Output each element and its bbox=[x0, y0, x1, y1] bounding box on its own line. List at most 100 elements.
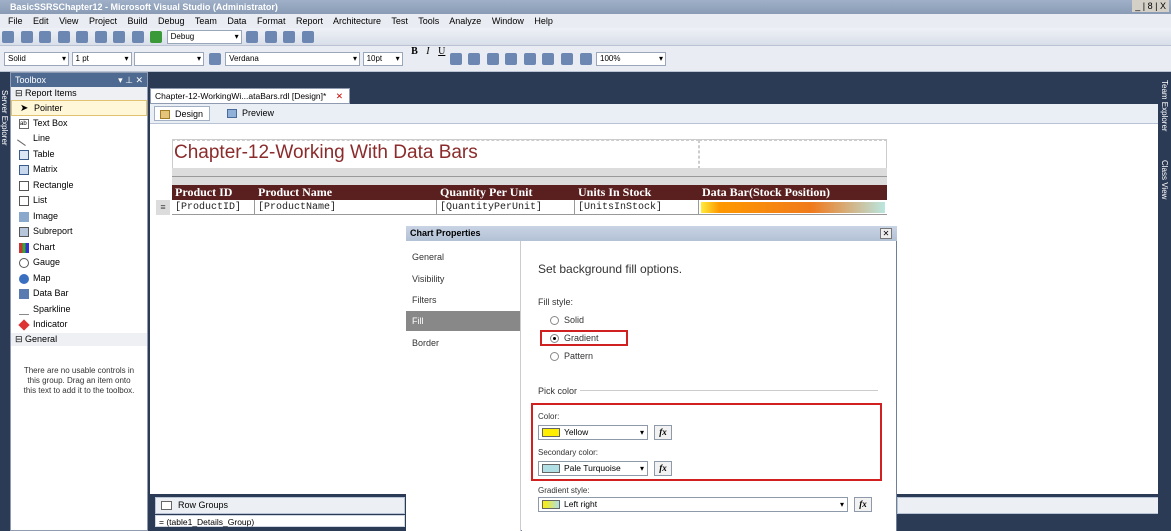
color-expression-button[interactable]: fx bbox=[654, 425, 672, 440]
toolbox-item-databar[interactable]: Data Bar bbox=[11, 286, 147, 302]
copy-icon[interactable] bbox=[76, 31, 89, 43]
toolbox-empty-message[interactable]: There are no usable controls in this gro… bbox=[11, 346, 147, 396]
toolbox-item-indicator[interactable]: Indicator bbox=[11, 317, 147, 333]
toolbox-item-pointer[interactable]: ➤ Pointer bbox=[11, 100, 147, 116]
align-center-icon[interactable] bbox=[486, 53, 499, 65]
start-debug-icon[interactable] bbox=[150, 31, 163, 43]
align-right-icon[interactable] bbox=[505, 53, 518, 65]
header-quantity-per-unit[interactable]: Quantity Per Unit bbox=[437, 185, 575, 200]
indent-icon[interactable] bbox=[560, 53, 573, 65]
toolbox-item-table[interactable]: Table bbox=[11, 147, 147, 163]
underline-icon[interactable]: U bbox=[438, 46, 445, 57]
tab-design[interactable]: Design bbox=[154, 106, 211, 121]
save-icon[interactable] bbox=[20, 31, 33, 43]
italic-icon[interactable]: I bbox=[426, 46, 429, 57]
save-all-icon[interactable] bbox=[39, 31, 52, 43]
table-header-row[interactable]: Product ID Product Name Quantity Per Uni… bbox=[172, 185, 887, 200]
line-width-select[interactable]: 1 pt bbox=[71, 52, 132, 66]
header-units-in-stock[interactable]: Units In Stock bbox=[575, 185, 699, 200]
cell-product-name[interactable]: [ProductName] bbox=[255, 200, 437, 215]
gradient-expression-button[interactable]: fx bbox=[854, 497, 872, 512]
toolbox-item-chart[interactable]: Chart bbox=[11, 240, 147, 256]
paste-icon[interactable] bbox=[94, 31, 107, 43]
menu-data[interactable]: Data bbox=[227, 16, 246, 26]
secondary-expression-button[interactable]: fx bbox=[654, 461, 672, 476]
toolbox-item-gauge[interactable]: Gauge bbox=[11, 255, 147, 271]
menu-test[interactable]: Test bbox=[391, 16, 408, 26]
zoom-select[interactable]: 100% bbox=[596, 52, 667, 66]
numbering-icon[interactable] bbox=[542, 53, 555, 65]
toolbox-item-map[interactable]: Map bbox=[11, 271, 147, 287]
toolbox-item-textbox[interactable]: ab Text Box bbox=[11, 116, 147, 132]
line-color-select[interactable] bbox=[134, 52, 205, 66]
dialog-close-button[interactable]: ✕ bbox=[880, 228, 892, 239]
undo-icon[interactable] bbox=[113, 31, 126, 43]
line-style-select[interactable]: Solid bbox=[4, 52, 69, 66]
menu-report[interactable]: Report bbox=[296, 16, 323, 26]
team-explorer-tab[interactable]: Team Explorer bbox=[1160, 80, 1169, 132]
server-explorer-tab[interactable]: Server Explorer bbox=[0, 90, 9, 146]
menu-project[interactable]: Project bbox=[89, 16, 117, 26]
menu-analyze[interactable]: Analyze bbox=[449, 16, 481, 26]
cell-product-id[interactable]: [ProductID] bbox=[172, 200, 255, 215]
menu-file[interactable]: File bbox=[8, 16, 23, 26]
row-group-item[interactable]: = (table1_Details_Group) bbox=[155, 515, 405, 527]
toolbox-pin-icon[interactable]: ▾ ⊥ ✕ bbox=[118, 73, 143, 87]
nav-fill[interactable]: Fill bbox=[406, 311, 520, 331]
properties-icon[interactable] bbox=[283, 31, 296, 43]
nav-filters[interactable]: Filters bbox=[406, 290, 520, 310]
toolbox-item-image[interactable]: Image bbox=[11, 209, 147, 225]
nav-border[interactable]: Border bbox=[406, 333, 520, 353]
report-title[interactable]: Chapter-12-Working With Data Bars bbox=[174, 142, 478, 164]
toolbox-item-subreport[interactable]: Subreport bbox=[11, 224, 147, 240]
menu-format[interactable]: Format bbox=[257, 16, 286, 26]
header-product-id[interactable]: Product ID bbox=[172, 185, 255, 200]
header-product-name[interactable]: Product Name bbox=[255, 185, 437, 200]
toolbox-group-general[interactable]: ⊟ General bbox=[11, 332, 147, 346]
solution-explorer-icon[interactable] bbox=[264, 31, 277, 43]
radio-pattern[interactable]: Pattern bbox=[550, 351, 593, 361]
find-icon[interactable] bbox=[246, 31, 259, 43]
toolbox-item-matrix[interactable]: Matrix bbox=[11, 162, 147, 178]
close-tab-icon[interactable]: ✕ bbox=[336, 89, 343, 103]
data-bar-chart[interactable] bbox=[701, 202, 885, 213]
menu-window[interactable]: Window bbox=[492, 16, 524, 26]
font-size-select[interactable]: 10pt bbox=[362, 52, 403, 66]
color-select[interactable]: Yellow ▾ bbox=[538, 425, 648, 440]
menu-team[interactable]: Team bbox=[195, 16, 217, 26]
menu-edit[interactable]: Edit bbox=[33, 16, 49, 26]
border-icon[interactable] bbox=[208, 53, 221, 65]
title-empty-cell[interactable] bbox=[699, 140, 887, 169]
secondary-color-select[interactable]: Pale Turquoise ▾ bbox=[538, 461, 648, 476]
menu-debug[interactable]: Debug bbox=[158, 16, 185, 26]
cell-quantity-per-unit[interactable]: [QuantityPerUnit] bbox=[437, 200, 575, 215]
tablix-column-handles[interactable] bbox=[172, 177, 887, 185]
toolbox-icon[interactable] bbox=[301, 31, 314, 43]
menu-help[interactable]: Help bbox=[534, 16, 553, 26]
cut-icon[interactable] bbox=[57, 31, 70, 43]
tab-preview[interactable]: Preview bbox=[222, 106, 280, 121]
class-view-tab[interactable]: Class View bbox=[1160, 160, 1169, 199]
header-data-bar[interactable]: Data Bar(Stock Position) bbox=[699, 185, 887, 200]
tablix-handle-row[interactable] bbox=[172, 168, 887, 177]
document-tab[interactable]: Chapter-12-WorkingWi...ataBars.rdl [Desi… bbox=[150, 88, 350, 104]
toolbox-group-report-items[interactable]: ⊟ Report Items bbox=[11, 87, 147, 100]
window-controls[interactable]: _ | 8 | X bbox=[1132, 0, 1169, 12]
menu-build[interactable]: Build bbox=[127, 16, 147, 26]
toolbox-item-sparkline[interactable]: Sparkline bbox=[11, 302, 147, 318]
solution-config-select[interactable]: Debug bbox=[166, 30, 242, 44]
cell-units-in-stock[interactable]: [UnitsInStock] bbox=[575, 200, 699, 215]
new-project-icon[interactable] bbox=[2, 31, 14, 43]
outdent-icon[interactable] bbox=[579, 53, 592, 65]
menu-tools[interactable]: Tools bbox=[418, 16, 439, 26]
toolbox-item-line[interactable]: Line bbox=[11, 131, 147, 147]
menu-view[interactable]: View bbox=[59, 16, 78, 26]
bullets-icon[interactable] bbox=[523, 53, 536, 65]
toolbox-item-list[interactable]: List bbox=[11, 193, 147, 209]
gradient-style-select[interactable]: Left right ▾ bbox=[538, 497, 848, 512]
nav-general[interactable]: General bbox=[406, 247, 520, 267]
nav-visibility[interactable]: Visibility bbox=[406, 269, 520, 289]
font-color-icon[interactable] bbox=[449, 53, 462, 65]
toolbox-item-rectangle[interactable]: Rectangle bbox=[11, 178, 147, 194]
detail-row-marker[interactable]: ≡ bbox=[156, 200, 170, 215]
